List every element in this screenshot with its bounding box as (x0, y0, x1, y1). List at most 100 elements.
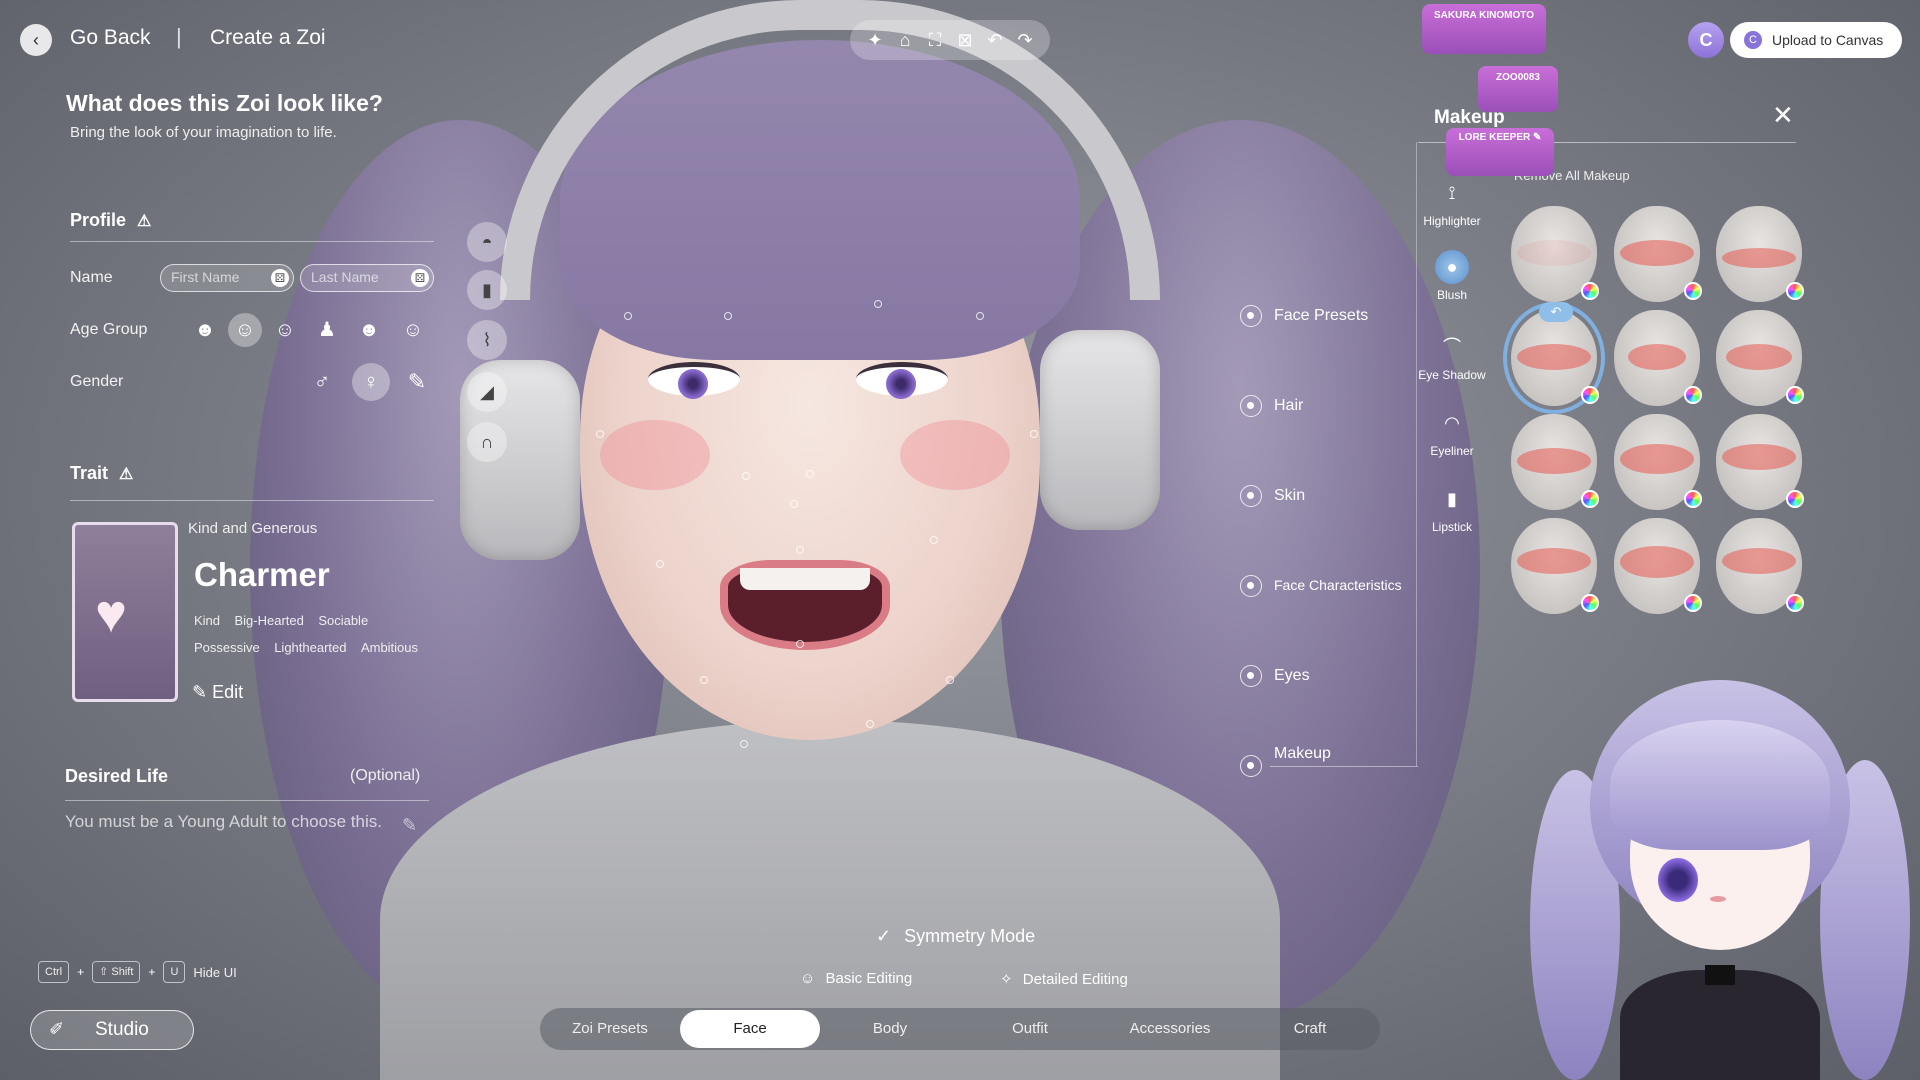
go-back-link[interactable]: Go Back (70, 26, 151, 50)
detailed-editing-button[interactable]: ✧ Detailed Editing (1000, 970, 1128, 988)
color-wheel-icon[interactable] (1786, 386, 1804, 404)
color-wheel-icon[interactable] (1581, 386, 1599, 404)
warning-icon: ⚠ (119, 466, 134, 483)
control-point[interactable] (1030, 430, 1038, 438)
last-name-input[interactable]: Last Name ⚄ (300, 264, 434, 292)
first-name-input[interactable]: First Name ⚄ (160, 264, 294, 292)
color-wheel-icon[interactable] (1786, 490, 1804, 508)
undo-icon[interactable]: ↶ (1539, 302, 1573, 322)
tab-body[interactable]: Body (820, 1010, 960, 1048)
cheek-right (900, 420, 1010, 490)
trait-subtitle: Kind and Generous (188, 520, 318, 537)
mouth (720, 560, 890, 650)
age-elder-icon[interactable]: ☺ (396, 313, 430, 347)
age-teen-icon[interactable]: ☺ (268, 313, 302, 347)
trait-tag: Ambitious (360, 640, 419, 655)
randomize-icon[interactable]: ⚄ (271, 269, 289, 287)
control-point[interactable] (596, 430, 604, 438)
age-baby-icon[interactable]: ☻ (188, 313, 222, 347)
edit-gender-icon[interactable]: ✎ (398, 363, 436, 401)
headphone-right (1040, 330, 1160, 530)
control-point[interactable] (874, 300, 882, 308)
makeup-cat-highlighter[interactable]: ⟟ Highlighter (1414, 176, 1490, 228)
outfit-headphones-icon[interactable]: ∩ (467, 422, 507, 462)
focus-icon[interactable]: ⛶ (922, 27, 948, 53)
color-wheel-icon[interactable] (1684, 490, 1702, 508)
blush-preset[interactable] (1614, 310, 1702, 406)
randomize-icon[interactable]: ⚄ (411, 269, 429, 287)
trait-tag: Big-Hearted (234, 613, 304, 628)
capture-icon[interactable]: ⊠ (952, 27, 978, 53)
blush-preset[interactable] (1716, 206, 1804, 302)
blush-preset-selected[interactable]: ↶ (1503, 302, 1605, 414)
main-tab-bar: Zoi Presets Face Body Outfit Accessories… (540, 1008, 1380, 1050)
color-wheel-icon[interactable] (1684, 282, 1702, 300)
symmetry-mode-toggle[interactable]: ✓ Symmetry Mode (876, 926, 1035, 947)
makeup-cat-eyeliner[interactable]: ◠ Eyeliner (1414, 406, 1490, 458)
desired-divider (65, 800, 429, 801)
color-wheel-icon[interactable] (1684, 594, 1702, 612)
control-point[interactable] (866, 720, 874, 728)
tab-accessories[interactable]: Accessories (1100, 1010, 1240, 1048)
outfit-socks-icon[interactable]: ⌇ (467, 320, 507, 360)
tab-outfit[interactable]: Outfit (960, 1010, 1100, 1048)
basic-editing-button[interactable]: ☺ Basic Editing (800, 970, 912, 987)
trait-title: Trait ⚠ (70, 463, 134, 483)
age-child-icon[interactable]: ☺ (228, 313, 262, 347)
color-wheel-icon[interactable] (1581, 594, 1599, 612)
control-point[interactable] (976, 312, 984, 320)
control-point[interactable] (724, 312, 732, 320)
control-point[interactable] (796, 546, 804, 554)
control-point[interactable] (624, 312, 632, 320)
tab-craft[interactable]: Craft (1240, 1010, 1380, 1048)
blush-preset[interactable] (1511, 414, 1599, 510)
control-point[interactable] (790, 500, 798, 508)
back-icon[interactable]: ‹ (20, 24, 52, 56)
control-point[interactable] (740, 740, 748, 748)
makeup-cat-eye-shadow[interactable]: ⌒ Eye Shadow (1414, 330, 1490, 382)
profile-title: Profile ⚠ (70, 210, 152, 230)
male-icon[interactable]: ♂ (303, 363, 341, 401)
redo-icon[interactable]: ↷ (1012, 27, 1038, 53)
control-point[interactable] (700, 676, 708, 684)
outfit-top-icon[interactable]: ◓ (467, 222, 507, 262)
trait-edit-button[interactable]: ✎ Edit (192, 682, 243, 703)
color-wheel-icon[interactable] (1786, 594, 1804, 612)
age-young-adult-icon[interactable]: ♟ (310, 313, 344, 347)
outfit-shoes-icon[interactable]: ◢ (467, 372, 507, 412)
blush-preset[interactable] (1716, 414, 1804, 510)
blush-preset[interactable] (1511, 206, 1599, 302)
blush-preset[interactable] (1716, 310, 1804, 406)
blush-preset[interactable] (1614, 518, 1702, 614)
control-point[interactable] (656, 560, 664, 568)
creator-badge[interactable]: C (1688, 22, 1724, 58)
outfit-pants-icon[interactable]: ▮ (467, 270, 507, 310)
studio-button[interactable]: ✐ Studio (30, 1010, 194, 1050)
close-icon[interactable]: ✕ (1772, 100, 1794, 131)
color-wheel-icon[interactable] (1581, 490, 1599, 508)
tab-face[interactable]: Face (680, 1010, 820, 1048)
blush-preset[interactable] (1614, 414, 1702, 510)
control-point[interactable] (806, 470, 814, 478)
age-adult-icon[interactable]: ☻ (352, 313, 386, 347)
female-icon[interactable]: ♀ (352, 363, 390, 401)
control-point[interactable] (796, 640, 804, 648)
color-wheel-icon[interactable] (1684, 386, 1702, 404)
blush-preset[interactable] (1716, 518, 1804, 614)
blush-preset[interactable] (1511, 518, 1599, 614)
control-point[interactable] (930, 536, 938, 544)
camera-icon[interactable]: ⌂ (892, 27, 918, 53)
trait-card[interactable]: ♥ (72, 522, 178, 702)
undo-icon[interactable]: ↶ (982, 27, 1008, 53)
makeup-cat-lipstick[interactable]: ▮ Lipstick (1414, 482, 1490, 534)
sparkle-icon[interactable]: ✦ (862, 27, 888, 53)
control-point[interactable] (946, 676, 954, 684)
upload-to-canvas-button[interactable]: C Upload to Canvas (1730, 22, 1902, 58)
color-wheel-icon[interactable] (1581, 282, 1599, 300)
blush-preset[interactable] (1614, 206, 1702, 302)
makeup-cat-blush[interactable]: ● Blush (1414, 250, 1490, 302)
desired-edit-icon[interactable]: ✎ (402, 815, 417, 836)
color-wheel-icon[interactable] (1786, 282, 1804, 300)
tab-zoi-presets[interactable]: Zoi Presets (540, 1010, 680, 1048)
control-point[interactable] (742, 472, 750, 480)
